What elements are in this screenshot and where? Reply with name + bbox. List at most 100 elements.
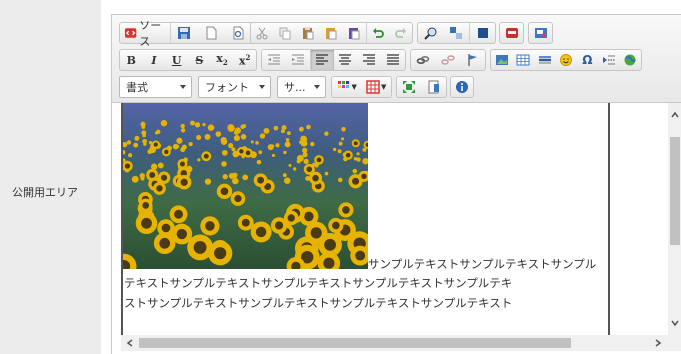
scroll-up-icon[interactable] xyxy=(669,109,681,121)
content-line-1: サンプルテキストサンプルテキストサンプル xyxy=(368,257,597,271)
field-label: 公開用エリア xyxy=(12,186,78,199)
about-button[interactable] xyxy=(451,77,473,97)
strike-button[interactable]: S xyxy=(188,50,211,70)
outdent-button[interactable] xyxy=(262,50,286,70)
horizontal-scrollbar[interactable] xyxy=(121,335,681,351)
vertical-scrollbar[interactable] xyxy=(668,103,681,335)
redo-icon xyxy=(394,28,406,38)
bg-color-button[interactable]: ▼ xyxy=(362,77,392,97)
maximize-icon xyxy=(403,81,416,93)
link-group xyxy=(410,49,486,71)
paragraph-group xyxy=(261,49,406,71)
vertical-scroll-thumb[interactable] xyxy=(670,137,680,245)
replace-button[interactable] xyxy=(444,23,470,43)
paste-word-button[interactable] xyxy=(343,23,366,43)
italic-button[interactable]: I xyxy=(143,50,166,70)
copy-icon xyxy=(279,27,291,40)
align-justify-icon xyxy=(387,54,400,65)
anchor-button[interactable] xyxy=(460,50,485,70)
redo-button[interactable] xyxy=(389,23,412,43)
select-all-button[interactable] xyxy=(469,23,495,43)
preview-button[interactable] xyxy=(224,23,251,43)
horizontal-rule-icon xyxy=(538,56,551,64)
globe-icon xyxy=(624,54,636,66)
page-break-button[interactable] xyxy=(598,50,619,70)
cut-button[interactable] xyxy=(251,23,274,43)
text-color-icon xyxy=(337,81,349,88)
special-char-button[interactable]: Ω xyxy=(577,50,598,70)
content-line-3: ストサンプルテキストサンプルテキストサンプルテキストサンプルテキスト xyxy=(124,296,513,310)
about-group xyxy=(450,76,474,98)
info-icon xyxy=(456,81,468,93)
sunflower-image[interactable] xyxy=(123,103,368,269)
indent-button[interactable] xyxy=(286,50,310,70)
content-line-2: テキストサンプルテキストサンプルテキストサンプルテキストサンプルテキ xyxy=(124,276,513,290)
paste-word-icon xyxy=(349,28,360,40)
bg-color-icon xyxy=(366,80,380,94)
iframe-button[interactable] xyxy=(620,50,641,70)
chevron-down-icon xyxy=(314,85,320,89)
image-button[interactable] xyxy=(491,50,512,70)
scroll-right-icon[interactable] xyxy=(652,337,664,349)
undo-icon xyxy=(372,28,384,38)
format-combo[interactable]: 書式 xyxy=(119,76,192,98)
preview-icon xyxy=(233,26,243,40)
basic-styles-group: B I U S x2 x2 xyxy=(119,49,257,71)
undo-button[interactable] xyxy=(365,23,389,43)
template-group xyxy=(528,22,553,44)
scroll-down-icon[interactable] xyxy=(669,317,681,329)
form-label-column: 公開用エリア xyxy=(0,0,101,354)
indent-icon xyxy=(291,54,304,65)
copy-button[interactable] xyxy=(274,23,297,43)
align-justify-button[interactable] xyxy=(381,50,405,70)
underline-button[interactable]: U xyxy=(165,50,188,70)
bold-button[interactable]: B xyxy=(120,50,143,70)
show-blocks-button[interactable] xyxy=(422,77,447,97)
paste-button[interactable] xyxy=(297,23,320,43)
select-all-icon xyxy=(477,28,488,38)
colors-group: ▼ ▼ xyxy=(331,76,392,98)
source-label: ソース xyxy=(139,19,162,48)
scroll-left-icon[interactable] xyxy=(124,337,136,349)
editor-content-area[interactable]: サンプルテキストサンプルテキストサンプル テキストサンプルテキストサンプルテキス… xyxy=(112,103,681,354)
align-center-icon xyxy=(339,54,352,65)
image-icon xyxy=(495,55,508,65)
paste-text-button[interactable] xyxy=(320,23,343,43)
outdent-icon xyxy=(267,54,280,65)
editor-toolbar: ソース B I U S x2 x2 Ω 書式 フォント サ... ▼ ▼ xyxy=(112,15,681,103)
align-left-button[interactable] xyxy=(309,50,334,70)
editor-body[interactable]: サンプルテキストサンプルテキストサンプル テキストサンプルテキストサンプルテキス… xyxy=(121,103,610,335)
horizontal-scroll-thumb[interactable] xyxy=(139,338,571,348)
font-combo[interactable]: フォント xyxy=(198,76,271,98)
paste-text-icon xyxy=(326,28,337,40)
font-combo-value: フォント xyxy=(205,81,249,94)
smiley-button[interactable] xyxy=(555,50,576,70)
media-group xyxy=(499,22,524,44)
italic-icon: I xyxy=(151,53,157,67)
font-size-combo[interactable]: サ... xyxy=(277,76,326,98)
smiley-icon xyxy=(559,54,572,66)
templates-icon xyxy=(534,28,547,38)
text-color-button[interactable]: ▼ xyxy=(332,77,362,97)
save-icon xyxy=(178,27,190,39)
link-button[interactable] xyxy=(411,50,436,70)
find-button[interactable] xyxy=(418,23,444,43)
new-page-icon xyxy=(206,26,216,40)
bold-icon: B xyxy=(126,53,136,67)
source-button[interactable]: ソース xyxy=(120,19,170,48)
table-button[interactable] xyxy=(512,50,533,70)
save-button[interactable] xyxy=(170,23,197,43)
unlink-button[interactable] xyxy=(436,50,461,70)
superscript-button[interactable]: x2 xyxy=(233,50,256,70)
youtube-button[interactable] xyxy=(500,23,523,43)
source-icon xyxy=(124,28,137,38)
templates-button[interactable] xyxy=(529,23,552,43)
align-center-button[interactable] xyxy=(334,50,358,70)
underline-icon: U xyxy=(171,53,182,67)
clipboard-group xyxy=(250,22,413,44)
maximize-button[interactable] xyxy=(397,77,422,97)
horizontal-rule-button[interactable] xyxy=(534,50,555,70)
align-right-button[interactable] xyxy=(357,50,381,70)
new-page-button[interactable] xyxy=(197,23,224,43)
subscript-button[interactable]: x2 xyxy=(211,50,234,70)
